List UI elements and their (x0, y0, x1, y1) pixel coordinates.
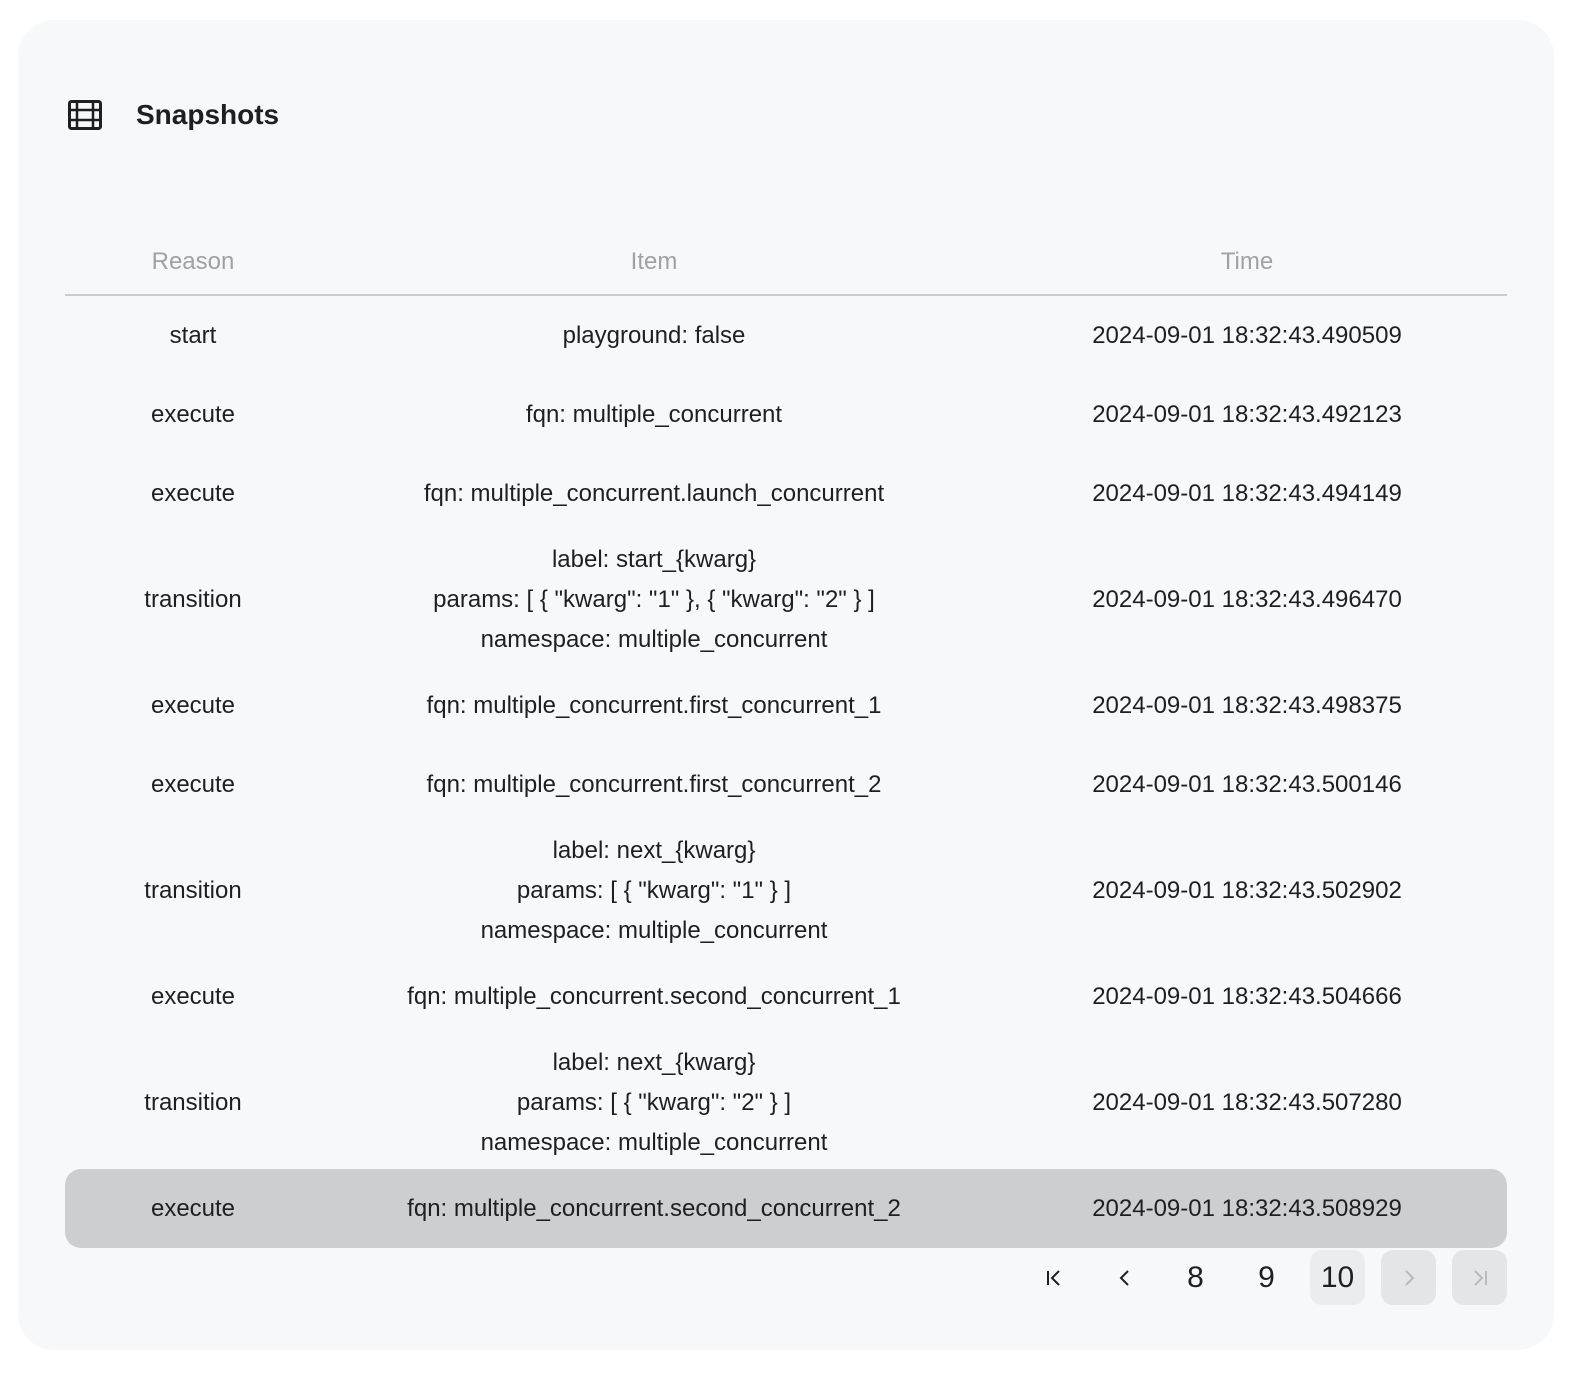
table-body: start playground: false 2024-09-01 18:32:4… (65, 296, 1507, 1248)
table-row[interactable]: transition label: start_{kwarg} params: [ … (65, 533, 1507, 666)
column-header-reason[interactable]: Reason (65, 248, 321, 276)
item-line: fqn: multiple_concurrent.launch_concurre… (423, 479, 885, 507)
item-line: params: [ { "kwarg": "1" }, { "kwarg": "… (433, 585, 875, 613)
reason-cell: transition (144, 876, 242, 904)
reason-cell: execute (150, 479, 236, 507)
first-page-icon (1046, 1269, 1060, 1286)
snapshots-card: Snapshots Reason Item Time start playgrou… (18, 20, 1554, 1350)
item-line: fqn: multiple_concurrent.first_concurren… (426, 691, 882, 719)
item-line: fqn: multiple_concurrent (525, 400, 783, 428)
snapshots-table: Reason Item Time start playground: false 2… (65, 230, 1507, 1248)
next-page-button[interactable] (1381, 1250, 1436, 1305)
reason-cell: execute (150, 982, 236, 1010)
item-cell: fqn: multiple_concurrent (321, 395, 987, 435)
item-cell: fqn: multiple_concurrent.first_concurren… (321, 765, 987, 805)
table-row[interactable]: execute fqn: multiple_concurrent.first_co… (65, 745, 1507, 824)
item-cell: fqn: multiple_concurrent.launch_concurre… (321, 474, 987, 514)
item-line: label: start_{kwarg} (551, 545, 757, 573)
item-cell: fqn: multiple_concurrent.second_concurre… (321, 1189, 987, 1229)
table-row[interactable]: execute fqn: multiple_concurrent 2024-09-0… (65, 375, 1507, 454)
table-row[interactable]: transition label: next_{kwarg} params: [ {… (65, 1036, 1507, 1169)
item-line: params: [ { "kwarg": "2" } ] (516, 1088, 792, 1116)
reason-cell: transition (144, 1088, 242, 1116)
reason-cell: transition (144, 585, 242, 613)
table-row[interactable]: transition label: next_{kwarg} params: [ {… (65, 824, 1507, 957)
reason-cell: execute (150, 770, 236, 798)
page-title: Snapshots (136, 99, 280, 130)
table-row[interactable]: execute fqn: multiple_concurrent.launch_c… (65, 454, 1507, 533)
time-cell: 2024-09-01 18:32:43.498375 (1092, 691, 1402, 719)
page-button-8[interactable]: 8 (1168, 1250, 1223, 1305)
time-cell: 2024-09-01 18:32:43.507280 (1092, 1088, 1402, 1116)
time-cell: 2024-09-01 18:32:43.508929 (1092, 1194, 1402, 1222)
item-line: label: next_{kwarg} (552, 1048, 756, 1076)
page-button-10-current[interactable]: 10 (1310, 1250, 1365, 1305)
item-cell: fqn: multiple_concurrent.second_concurre… (321, 977, 987, 1017)
chevron-left-icon (1119, 1269, 1129, 1286)
reason-cell: execute (150, 691, 236, 719)
item-cell: playground: false (321, 316, 987, 356)
page-button-9[interactable]: 9 (1239, 1250, 1294, 1305)
item-line: playground: false (562, 321, 746, 349)
previous-page-button[interactable] (1097, 1250, 1152, 1305)
item-line: fqn: multiple_concurrent.first_concurren… (426, 770, 882, 798)
item-line: namespace: multiple_concurrent (480, 625, 828, 653)
item-cell: label: next_{kwarg} params: [ { "kwarg": … (321, 831, 987, 951)
item-cell: label: start_{kwarg} params: [ { "kwarg":… (321, 540, 987, 660)
reason-cell: start (169, 321, 217, 349)
table-header: Reason Item Time (65, 230, 1507, 296)
chevron-right-icon (1404, 1269, 1414, 1286)
table-row[interactable]: execute fqn: multiple_concurrent.first_co… (65, 666, 1507, 745)
table-row[interactable]: execute fqn: multiple_concurrent.second_c… (65, 1169, 1507, 1248)
pagination: 8 9 10 (1026, 1250, 1507, 1305)
time-cell: 2024-09-01 18:32:43.492123 (1092, 400, 1402, 428)
item-line: label: next_{kwarg} (552, 836, 756, 864)
film-icon (68, 100, 102, 130)
last-page-icon (1473, 1269, 1487, 1286)
item-line: params: [ { "kwarg": "1" } ] (516, 876, 792, 904)
reason-cell: execute (150, 1194, 236, 1222)
time-cell: 2024-09-01 18:32:43.504666 (1092, 982, 1402, 1010)
card-header: Snapshots (68, 98, 279, 132)
first-page-button[interactable] (1026, 1250, 1081, 1305)
item-line: namespace: multiple_concurrent (480, 1128, 828, 1156)
column-header-time[interactable]: Time (987, 248, 1507, 276)
last-page-button[interactable] (1452, 1250, 1507, 1305)
time-cell: 2024-09-01 18:32:43.500146 (1092, 770, 1402, 798)
column-header-item[interactable]: Item (321, 248, 987, 276)
item-line: namespace: multiple_concurrent (480, 916, 828, 944)
time-cell: 2024-09-01 18:32:43.502902 (1092, 876, 1402, 904)
table-row[interactable]: start playground: false 2024-09-01 18:32:4… (65, 296, 1507, 375)
reason-cell: execute (150, 400, 236, 428)
item-line: fqn: multiple_concurrent.second_concurre… (407, 982, 901, 1010)
item-cell: fqn: multiple_concurrent.first_concurren… (321, 686, 987, 726)
time-cell: 2024-09-01 18:32:43.494149 (1092, 479, 1402, 507)
time-cell: 2024-09-01 18:32:43.496470 (1092, 585, 1402, 613)
item-line: fqn: multiple_concurrent.second_concurre… (407, 1194, 901, 1222)
table-row[interactable]: execute fqn: multiple_concurrent.second_c… (65, 957, 1507, 1036)
item-cell: label: next_{kwarg} params: [ { "kwarg": … (321, 1043, 987, 1163)
time-cell: 2024-09-01 18:32:43.490509 (1092, 321, 1402, 349)
